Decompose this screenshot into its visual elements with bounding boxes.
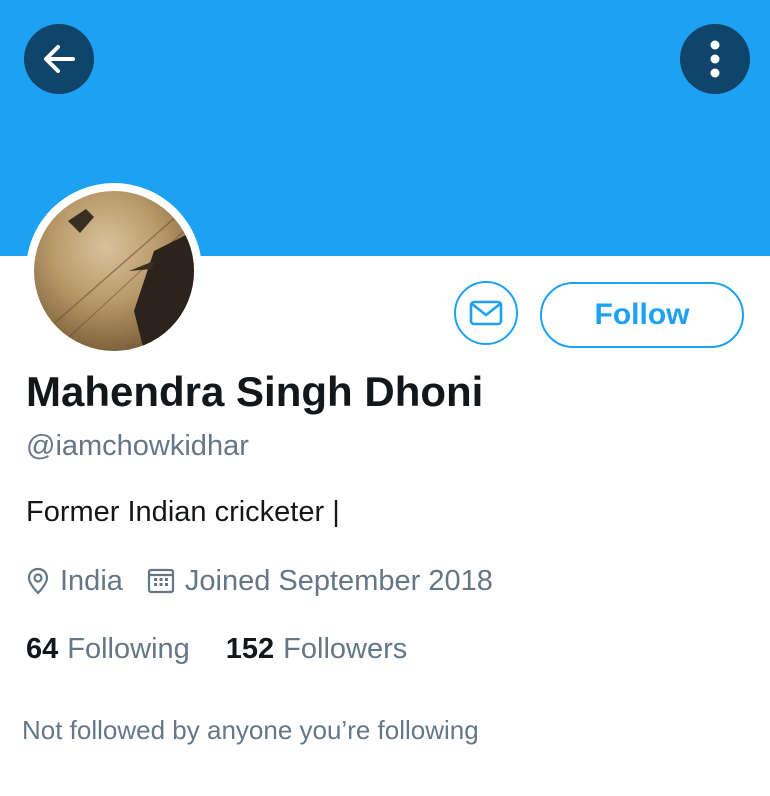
followers-stat[interactable]: 152 Followers: [226, 633, 407, 666]
follow-button[interactable]: Follow: [540, 282, 744, 348]
calendar-icon: [147, 568, 174, 594]
envelope-icon: [469, 300, 503, 326]
message-button[interactable]: [454, 281, 518, 345]
followed-by-note: Not followed by anyone you’re following: [22, 715, 479, 745]
follow-button-label: Follow: [594, 298, 690, 331]
following-stat[interactable]: 64 Following: [26, 633, 190, 666]
location-text: India: [60, 564, 123, 597]
arrow-left-icon: [44, 45, 75, 73]
profile-bio: Former Indian cricketer |: [26, 496, 340, 528]
profile-name: Mahendra Singh Dhoni: [26, 368, 484, 415]
avatar[interactable]: [34, 191, 194, 351]
following-count: 64: [26, 632, 59, 665]
followers-count: 152: [225, 632, 275, 665]
profile-meta: India Joined September 2018: [26, 562, 493, 600]
back-button[interactable]: [24, 24, 94, 94]
joined-item: Joined September 2018: [147, 565, 493, 598]
avatar-photo: [34, 200, 194, 351]
joined-text: Joined September 2018: [184, 564, 493, 597]
location-pin-icon: [27, 567, 49, 595]
more-options-button[interactable]: [680, 24, 750, 94]
location-item: India: [26, 565, 123, 598]
following-label: Following: [67, 632, 190, 665]
profile-handle: @iamchowkidhar: [26, 430, 249, 462]
more-vertical-icon: [710, 40, 720, 78]
followers-label: Followers: [283, 632, 408, 665]
avatar-frame[interactable]: [26, 183, 202, 359]
follow-stats: 64 Following 152 Followers: [26, 630, 407, 668]
